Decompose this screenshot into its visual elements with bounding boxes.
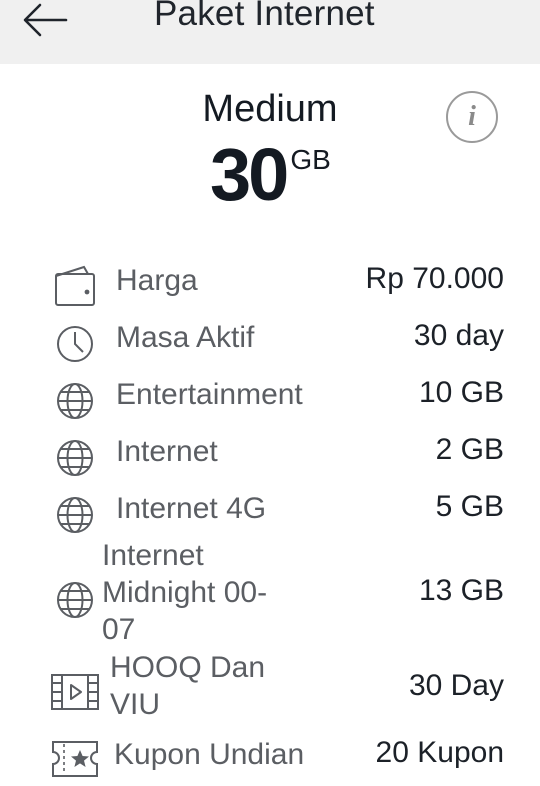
detail-value: 30 Day — [408, 669, 504, 702]
detail-label: Kupon Undian — [114, 738, 305, 771]
detail-row-internet-4g: Internet 4G 5 GB — [0, 490, 540, 536]
detail-row-harga: Harga Rp 70.000 — [0, 262, 540, 308]
detail-value: 30 day — [413, 319, 504, 352]
detail-row-hooq-viu: HOOQ Dan VIU 30 Day — [0, 649, 540, 725]
detail-label-line: VIU — [110, 688, 161, 721]
detail-label-line: Internet — [102, 539, 204, 572]
plan-size-value: 30 — [210, 133, 289, 216]
detail-value: 13 GB — [418, 574, 504, 607]
detail-row-internet: Internet 2 GB — [0, 433, 540, 479]
detail-value: 20 Kupon — [375, 736, 504, 769]
info-button[interactable]: i — [446, 91, 498, 143]
detail-label: Harga — [116, 264, 198, 297]
info-icon: i — [468, 101, 476, 132]
detail-label: Internet 4G — [116, 492, 267, 525]
detail-value: 2 GB — [435, 433, 504, 466]
detail-value: 5 GB — [435, 490, 504, 523]
globe-icon — [54, 437, 96, 479]
globe-icon — [54, 579, 96, 621]
detail-label-line: 07 — [102, 613, 136, 646]
film-icon — [50, 671, 100, 713]
app-header: Paket Internet — [0, 0, 540, 64]
globe-icon — [54, 494, 96, 536]
detail-row-internet-midnight: Internet Midnight 00- 07 13 GB — [0, 537, 540, 649]
detail-row-kupon-undian: Kupon Undian 20 Kupon — [0, 736, 540, 782]
arrow-left-icon — [22, 2, 68, 38]
detail-value: Rp 70.000 — [365, 262, 504, 295]
wallet-icon — [54, 264, 96, 306]
clock-icon — [54, 323, 96, 365]
detail-label-line: HOOQ Dan — [110, 651, 266, 684]
detail-row-masa-aktif: Masa Aktif 30 day — [0, 319, 540, 365]
page-title: Paket Internet — [154, 0, 375, 33]
detail-value: 10 GB — [418, 376, 504, 409]
detail-label: Internet — [116, 435, 218, 468]
plan-size: 30 GB — [210, 130, 331, 212]
detail-label-line: Midnight 00- — [102, 576, 268, 609]
back-button[interactable] — [22, 0, 70, 40]
ticket-icon — [50, 738, 100, 780]
detail-row-entertainment: Entertainment 10 GB — [0, 376, 540, 422]
detail-label: Entertainment — [116, 378, 303, 411]
plan-size-unit: GB — [290, 144, 331, 175]
globe-icon — [54, 380, 96, 422]
detail-label: Masa Aktif — [116, 321, 255, 354]
